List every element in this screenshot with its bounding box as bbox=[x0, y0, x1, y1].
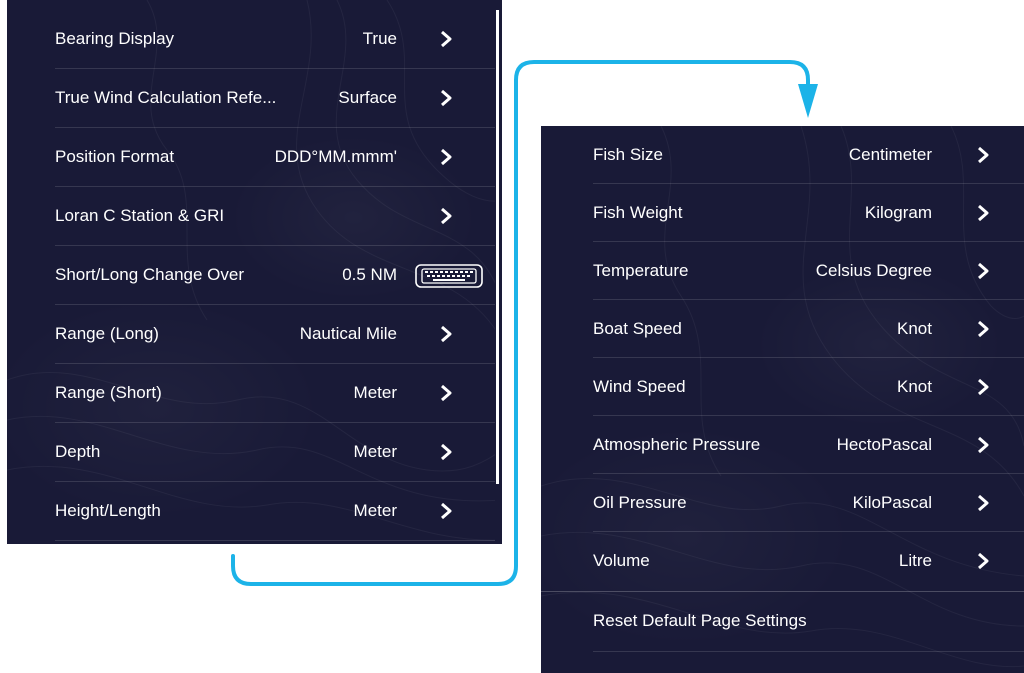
oil-pressure-row[interactable]: Oil Pressure KiloPascal bbox=[541, 474, 1024, 532]
row-value: True bbox=[362, 29, 397, 48]
divider bbox=[593, 651, 1024, 652]
row-label: Fish Weight bbox=[593, 203, 683, 222]
chevron-right-icon[interactable] bbox=[439, 384, 453, 402]
row-value: Kilogram bbox=[864, 203, 932, 222]
row-label: Temperature bbox=[593, 261, 689, 280]
row-value: Knot bbox=[897, 377, 932, 396]
row-label: Boat Speed bbox=[593, 319, 682, 338]
row-value: DDD°MM.mmm' bbox=[274, 147, 397, 166]
row-value: Litre bbox=[898, 551, 932, 570]
row-value: Celsius Degree bbox=[815, 261, 932, 280]
loran-c-station-row[interactable]: Loran C Station & GRI bbox=[7, 187, 495, 245]
bearing-display-row[interactable]: Bearing Display True bbox=[7, 10, 495, 68]
row-value: Meter bbox=[353, 383, 397, 402]
row-label: Range (Long) bbox=[55, 324, 159, 343]
row-label: Short/Long Change Over bbox=[55, 265, 245, 284]
chevron-right-icon[interactable] bbox=[439, 89, 453, 107]
chevron-right-icon[interactable] bbox=[439, 30, 453, 48]
row-value: Surface bbox=[338, 88, 397, 107]
chevron-right-icon[interactable] bbox=[439, 325, 453, 343]
row-label: Volume bbox=[593, 551, 650, 570]
row-value: KiloPascal bbox=[852, 493, 932, 512]
reset-label: Reset Default Page Settings bbox=[593, 611, 807, 630]
row-value: Knot bbox=[897, 319, 932, 338]
chevron-right-icon[interactable] bbox=[976, 552, 990, 570]
chevron-right-icon[interactable] bbox=[439, 148, 453, 166]
boat-speed-row[interactable]: Boat Speed Knot bbox=[541, 300, 1024, 358]
chevron-right-icon[interactable] bbox=[976, 204, 990, 222]
row-label: Position Format bbox=[55, 147, 175, 166]
units-settings-panel-top: Bearing Display True True Wind Calculati… bbox=[7, 0, 502, 544]
chevron-right-icon[interactable] bbox=[976, 494, 990, 512]
scrollbar-thumb[interactable] bbox=[496, 10, 499, 484]
row-label: Wind Speed bbox=[593, 377, 686, 396]
volume-row[interactable]: Volume Litre bbox=[541, 532, 1024, 590]
row-value: Centimeter bbox=[848, 145, 932, 164]
atmospheric-pressure-row[interactable]: Atmospheric Pressure HectoPascal bbox=[541, 416, 1024, 474]
units-settings-panel-bottom: Fish Size Centimeter Fish Weight Kilogra… bbox=[541, 126, 1024, 673]
chevron-right-icon[interactable] bbox=[976, 378, 990, 396]
keyboard-icon[interactable] bbox=[415, 264, 483, 288]
row-label: True Wind Calculation Refe... bbox=[55, 88, 277, 107]
row-value: Meter bbox=[353, 501, 397, 520]
fish-weight-row[interactable]: Fish Weight Kilogram bbox=[541, 184, 1024, 242]
chevron-right-icon[interactable] bbox=[976, 262, 990, 280]
chevron-right-icon[interactable] bbox=[439, 443, 453, 461]
row-label: Height/Length bbox=[55, 501, 161, 520]
chevron-right-icon[interactable] bbox=[976, 146, 990, 164]
chevron-right-icon[interactable] bbox=[976, 320, 990, 338]
row-label: Bearing Display bbox=[55, 29, 175, 48]
range-long-row[interactable]: Range (Long) Nautical Mile bbox=[7, 305, 495, 363]
chevron-right-icon[interactable] bbox=[976, 436, 990, 454]
row-value: Meter bbox=[353, 442, 397, 461]
row-label: Oil Pressure bbox=[593, 493, 687, 512]
row-value: 0.5 NM bbox=[342, 265, 397, 284]
row-value: HectoPascal bbox=[836, 435, 932, 454]
row-label: Loran C Station & GRI bbox=[55, 206, 225, 225]
fish-size-row[interactable]: Fish Size Centimeter bbox=[541, 126, 1024, 184]
temperature-row[interactable]: Temperature Celsius Degree bbox=[541, 242, 1024, 300]
depth-row[interactable]: Depth Meter bbox=[7, 423, 495, 481]
chevron-right-icon[interactable] bbox=[439, 502, 453, 520]
row-label: Depth bbox=[55, 442, 101, 461]
wind-speed-row[interactable]: Wind Speed Knot bbox=[541, 358, 1024, 416]
short-long-change-over-row[interactable]: Short/Long Change Over 0.5 NM bbox=[7, 246, 495, 304]
reset-default-page-settings-button[interactable]: Reset Default Page Settings bbox=[541, 592, 1024, 650]
position-format-row[interactable]: Position Format DDD°MM.mmm' bbox=[7, 128, 495, 186]
row-value: Nautical Mile bbox=[299, 324, 397, 343]
chevron-right-icon[interactable] bbox=[439, 207, 453, 225]
range-short-row[interactable]: Range (Short) Meter bbox=[7, 364, 495, 422]
height-length-row[interactable]: Height/Length Meter bbox=[7, 482, 495, 540]
row-label: Atmospheric Pressure bbox=[593, 435, 761, 454]
row-label: Fish Size bbox=[593, 145, 663, 164]
true-wind-calculation-row[interactable]: True Wind Calculation Refe... Surface bbox=[7, 69, 495, 127]
divider bbox=[55, 540, 495, 541]
row-label: Range (Short) bbox=[55, 383, 162, 402]
